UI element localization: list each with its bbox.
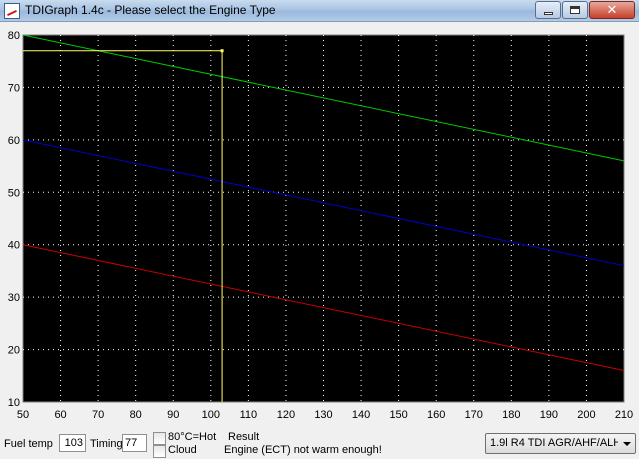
window-title: TDIGraph 1.4c - Please select the Engine… xyxy=(25,3,276,17)
minimize-button[interactable] xyxy=(535,1,561,19)
y-tick-label: 50 xyxy=(8,187,20,199)
x-tick-label: 140 xyxy=(352,409,370,421)
x-tick-label: 60 xyxy=(54,409,66,421)
close-button[interactable]: ✕ xyxy=(589,1,635,19)
engine-type-value: 1.9l R4 TDI AGR/AHF/ALH xyxy=(490,437,618,449)
x-tick-label: 90 xyxy=(167,409,179,421)
x-tick-label: 130 xyxy=(314,409,332,421)
y-tick-label: 10 xyxy=(8,397,20,409)
y-tick-label: 40 xyxy=(8,240,20,252)
timing-label: Timing xyxy=(90,438,123,450)
close-icon: ✕ xyxy=(606,2,618,18)
y-tick-label: 30 xyxy=(8,292,20,304)
x-tick-label: 170 xyxy=(465,409,483,421)
result-label: Result xyxy=(228,431,260,443)
title-bar: TDIGraph 1.4c - Please select the Engine… xyxy=(0,0,639,22)
x-tick-label: 50 xyxy=(17,409,29,421)
hot-checkbox[interactable] xyxy=(153,432,166,445)
x-tick-label: 180 xyxy=(502,409,520,421)
marker-point xyxy=(220,49,224,53)
y-tick-label: 70 xyxy=(8,82,20,94)
y-tick-label: 20 xyxy=(8,345,20,357)
x-tick-label: 120 xyxy=(277,409,295,421)
y-tick-label: 80 xyxy=(8,30,20,42)
maximize-button[interactable] xyxy=(562,1,588,19)
timing-field[interactable]: 77 xyxy=(122,434,147,452)
chevron-down-icon xyxy=(623,442,631,446)
x-tick-label: 200 xyxy=(577,409,595,421)
minimize-icon xyxy=(543,11,553,15)
x-tick-label: 70 xyxy=(92,409,104,421)
fuel-temp-label: Fuel temp xyxy=(4,438,53,450)
chart-area: 50 60 70 80 90 100 110 120 130 140 150 160 170 180 190… xyxy=(0,22,639,430)
x-tick-label: 150 xyxy=(389,409,407,421)
control-bar: Fuel temp 103 Timing 77 80°C=Hot Cloud R… xyxy=(0,430,639,459)
x-tick-label: 210 xyxy=(615,409,633,421)
y-tick-label: 60 xyxy=(8,135,20,147)
cloud-checkbox-label: Cloud xyxy=(168,444,197,456)
cloud-checkbox[interactable] xyxy=(153,445,166,458)
maximize-icon xyxy=(570,6,580,14)
fuel-temp-field[interactable]: 103 xyxy=(59,434,86,452)
engine-type-select[interactable]: 1.9l R4 TDI AGR/AHF/ALH xyxy=(485,433,636,454)
engine-temperature-chart: 50 60 70 80 90 100 110 120 130 140 150 160 170 180 190… xyxy=(8,30,633,421)
result-text: Engine (ECT) not warm enough! xyxy=(224,444,382,456)
hot-checkbox-label: 80°C=Hot xyxy=(168,431,217,443)
x-tick-label: 110 xyxy=(240,409,258,421)
x-tick-label: 160 xyxy=(427,409,445,421)
app-graph-icon xyxy=(4,3,20,19)
x-tick-label: 80 xyxy=(130,409,142,421)
x-tick-label: 100 xyxy=(202,409,220,421)
x-tick-label: 190 xyxy=(540,409,558,421)
